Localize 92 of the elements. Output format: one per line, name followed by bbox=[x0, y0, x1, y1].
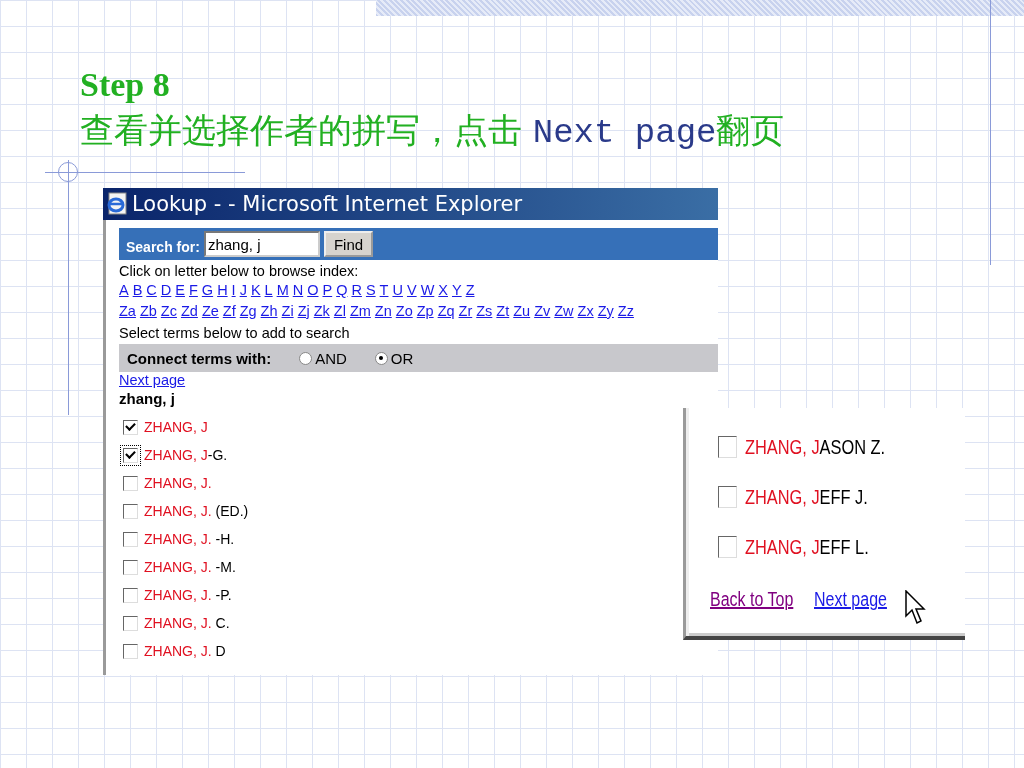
letter-link[interactable]: M bbox=[276, 280, 289, 301]
author-name: ZHANG, J-G. bbox=[144, 447, 228, 463]
author-name: ZHANG, J. D bbox=[144, 643, 226, 659]
checkbox[interactable] bbox=[123, 531, 138, 547]
letter-link[interactable]: E bbox=[175, 280, 185, 301]
connect-label: Connect terms with: bbox=[127, 349, 272, 367]
checkbox[interactable] bbox=[123, 643, 138, 659]
letter-link[interactable]: H bbox=[217, 280, 228, 301]
letter-link[interactable]: Zl bbox=[333, 301, 346, 322]
checkbox[interactable] bbox=[123, 587, 138, 603]
letter-link[interactable]: X bbox=[438, 280, 448, 301]
search-label: Search for: bbox=[126, 239, 200, 255]
window-title: Lookup - - Microsoft Internet Explorer bbox=[132, 192, 523, 216]
letter-link[interactable]: P bbox=[322, 280, 333, 301]
letter-link[interactable]: Zp bbox=[416, 301, 434, 322]
author-name: ZHANG, J. -P. bbox=[144, 587, 232, 603]
letter-link[interactable]: S bbox=[365, 280, 376, 301]
letter-link[interactable]: K bbox=[250, 280, 261, 301]
slide-title: Step 8 bbox=[80, 66, 171, 104]
letter-link[interactable]: Zv bbox=[534, 301, 551, 322]
author-name: ZHANG, J. (ED.) bbox=[144, 503, 249, 519]
letter-link[interactable]: Y bbox=[452, 280, 462, 301]
letter-link[interactable]: Zt bbox=[496, 301, 510, 322]
letter-link[interactable]: V bbox=[406, 280, 417, 301]
cursor-icon bbox=[905, 590, 928, 626]
letter-link[interactable]: Zi bbox=[281, 301, 294, 322]
letter-link[interactable]: B bbox=[132, 280, 143, 301]
checkbox[interactable] bbox=[123, 615, 138, 631]
next-page-link[interactable]: Next page bbox=[814, 587, 888, 611]
letter-link[interactable]: Zc bbox=[160, 301, 177, 322]
back-to-top-link[interactable]: Back to Top bbox=[710, 587, 794, 611]
radio-option[interactable]: OR bbox=[374, 349, 414, 367]
letter-link[interactable]: W bbox=[420, 280, 435, 301]
search-field[interactable]: zhang, j bbox=[203, 231, 320, 257]
letter-link[interactable]: Zq bbox=[437, 301, 455, 322]
select-hint: Select terms below to add to search bbox=[119, 324, 351, 342]
letter-link[interactable]: N bbox=[292, 280, 304, 301]
results-heading: zhang, j bbox=[119, 390, 176, 407]
next-page-link[interactable]: Next page bbox=[119, 372, 186, 388]
letter-link[interactable]: Zj bbox=[297, 301, 310, 322]
checkbox[interactable] bbox=[718, 486, 737, 508]
letter-link[interactable]: Zf bbox=[222, 301, 236, 322]
find-button[interactable]: Find bbox=[323, 231, 374, 257]
letter-link[interactable]: Ze bbox=[201, 301, 219, 322]
checkbox[interactable] bbox=[123, 419, 138, 435]
author-name: ZHANG, JEFF J. bbox=[745, 485, 868, 509]
author-name: ZHANG, J. C. bbox=[144, 615, 230, 631]
author-name: ZHANG, JEFF L. bbox=[745, 535, 869, 559]
letter-link[interactable]: Zh bbox=[260, 301, 278, 322]
letter-link[interactable]: C bbox=[146, 280, 157, 301]
letter-link[interactable]: Zb bbox=[139, 301, 157, 322]
letter-link[interactable]: J bbox=[239, 280, 247, 301]
letter-link[interactable]: Zy bbox=[597, 301, 614, 322]
author-name: ZHANG, J. -H. bbox=[144, 531, 235, 547]
checkbox[interactable] bbox=[718, 436, 737, 458]
author-name: ZHANG, J. -M. bbox=[144, 559, 236, 575]
browser-icon bbox=[106, 192, 128, 216]
letter-link[interactable]: Zr bbox=[458, 301, 473, 322]
letter-link[interactable]: R bbox=[351, 280, 362, 301]
letter-link[interactable]: Za bbox=[119, 301, 136, 322]
letter-link[interactable]: Zo bbox=[395, 301, 413, 322]
letter-link[interactable]: Zg bbox=[239, 301, 257, 322]
letter-link[interactable]: Zz bbox=[617, 301, 634, 322]
letter-link[interactable]: T bbox=[379, 280, 389, 301]
letter-link[interactable]: Zm bbox=[349, 301, 371, 322]
letter-link[interactable]: Q bbox=[336, 280, 348, 301]
letter-link[interactable]: Zn bbox=[374, 301, 392, 322]
author-name: ZHANG, J. bbox=[144, 475, 212, 491]
author-name: ZHANG, J bbox=[144, 419, 208, 435]
letter-link[interactable]: I bbox=[231, 280, 236, 301]
letter-link[interactable]: O bbox=[307, 280, 319, 301]
letter-link[interactable]: Zd bbox=[180, 301, 198, 322]
author-name: ZHANG, JASON Z. bbox=[745, 435, 886, 459]
letter-link[interactable]: Zs bbox=[476, 301, 493, 322]
letter-link[interactable]: A bbox=[119, 280, 129, 301]
checkbox[interactable] bbox=[123, 503, 138, 519]
letter-link[interactable]: Zx bbox=[577, 301, 594, 322]
letter-link[interactable]: F bbox=[189, 280, 198, 301]
checkbox[interactable] bbox=[123, 475, 138, 491]
letter-link[interactable]: Zw bbox=[554, 301, 574, 322]
letter-link[interactable]: G bbox=[201, 280, 214, 301]
letter-link[interactable]: Z bbox=[465, 280, 475, 301]
checkbox[interactable] bbox=[123, 559, 138, 575]
slide-subtitle: 查看并选择作者的拼写，点击 Next page翻页 bbox=[80, 109, 785, 154]
checkbox[interactable] bbox=[718, 536, 737, 558]
letter-link[interactable]: Zu bbox=[513, 301, 531, 322]
letter-link[interactable]: D bbox=[160, 280, 172, 301]
letter-link[interactable]: Zk bbox=[313, 301, 330, 322]
browse-hint: Click on letter below to browse index: bbox=[119, 262, 360, 280]
radio-option[interactable]: AND bbox=[299, 349, 347, 367]
letter-link[interactable]: U bbox=[392, 280, 403, 301]
letter-link[interactable]: L bbox=[264, 280, 273, 301]
